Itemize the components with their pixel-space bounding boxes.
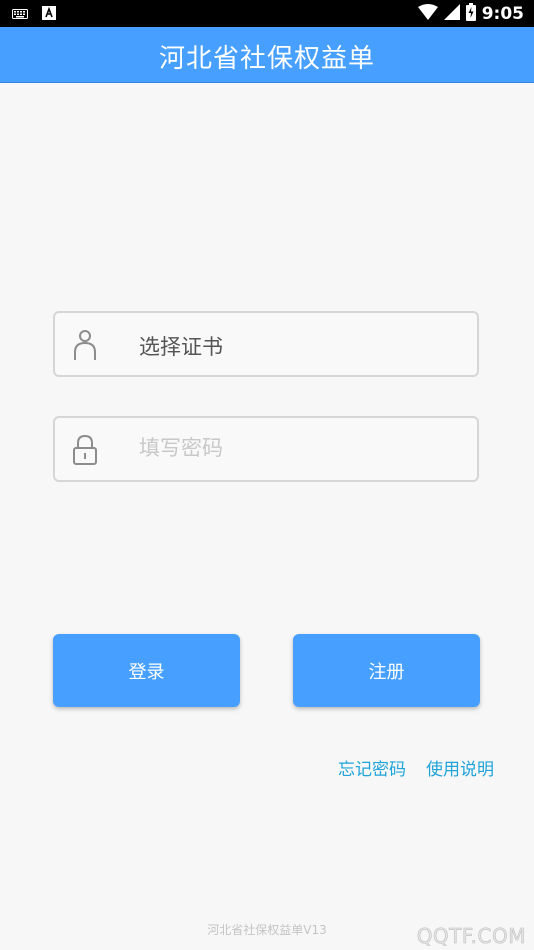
instructions-link[interactable]: 使用说明: [426, 755, 494, 780]
status-bar: 9:05: [0, 0, 534, 27]
certificate-select-value: 选择证书: [139, 335, 223, 359]
status-time: 9:05: [481, 4, 524, 24]
keyboard-icon: [12, 5, 28, 24]
lock-icon: [72, 434, 98, 466]
page-title: 河北省社保权益单: [158, 44, 375, 74]
watermark: QQTF.COM: [416, 924, 526, 949]
password-field-container: [53, 416, 479, 482]
register-button[interactable]: 注册: [293, 634, 480, 707]
password-input[interactable]: [139, 436, 459, 460]
signal-icon: [443, 4, 460, 24]
certificate-select-field[interactable]: 选择证书: [53, 311, 479, 377]
forgot-password-link[interactable]: 忘记密码: [338, 755, 406, 780]
person-icon: [72, 329, 98, 361]
login-button[interactable]: 登录: [53, 634, 240, 707]
wifi-icon: [417, 4, 438, 24]
app-bar: 河北省社保权益单: [0, 27, 534, 83]
battery-icon: [465, 3, 476, 25]
a-notification-icon: [42, 5, 56, 24]
